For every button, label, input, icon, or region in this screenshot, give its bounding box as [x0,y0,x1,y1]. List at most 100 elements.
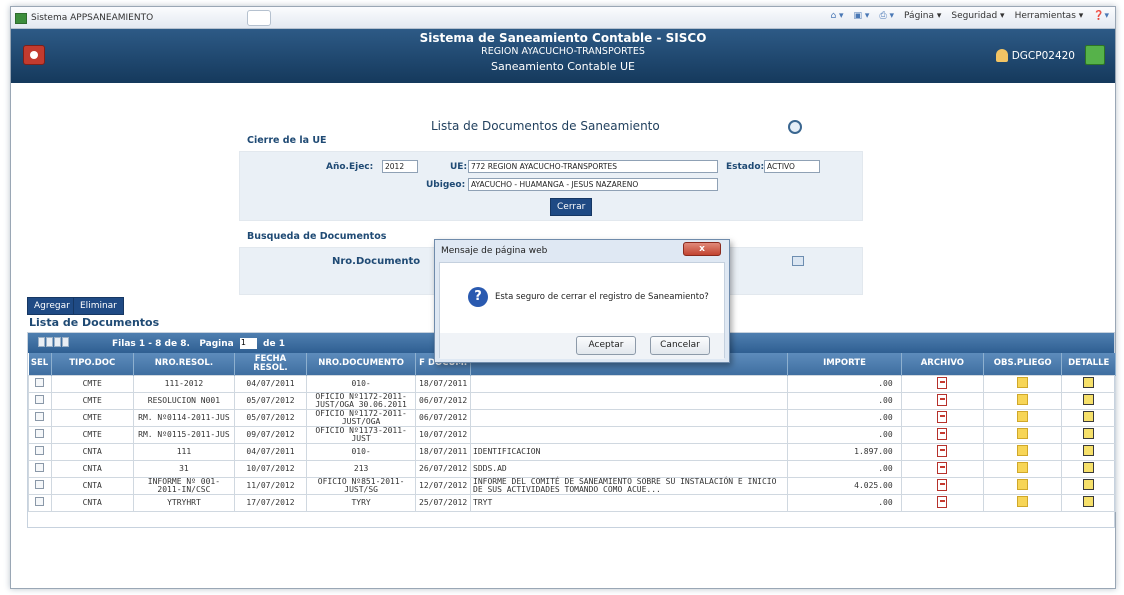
browser-tab[interactable]: Sistema APPSANEAMIENTO [15,10,153,26]
pdf-file-icon[interactable] [937,495,948,508]
edit-icon[interactable] [1083,377,1095,388]
tab-title: Sistema APPSANEAMIENTO [31,13,154,23]
cell-nro: OFICIO Nº1172-2011-JUST/OGA [306,408,417,427]
col-nro-doc[interactable]: NRO.DOCUMENTO [306,353,417,375]
table-row[interactable]: CMTE RM. Nº0114-2011-JUS 05/07/2012 OFICIO … [28,408,1116,427]
cell-icon [983,374,1063,393]
delete-button[interactable]: Eliminar [73,297,124,315]
pdf-file-icon[interactable] [937,393,948,406]
row-select-checkbox[interactable] [35,378,45,387]
edit-icon[interactable] [1083,411,1095,422]
row-select-checkbox[interactable] [35,497,45,506]
note-icon[interactable] [1017,428,1029,439]
cell-importe: .00 [787,391,902,410]
cell-desc: TRYT [469,493,789,512]
help-icon[interactable]: ❓▾ [1093,11,1109,21]
note-icon[interactable] [1017,462,1029,473]
cell-nro: OFICIO Nº1172-2011-JUST/OGA 30.06.2011 [306,391,417,410]
edit-icon[interactable] [1083,479,1095,490]
prev-page-icon[interactable] [46,337,53,347]
user-info: DGCP02420 [995,49,1075,62]
cell-nro: OFICIO Nº851-2011-JUST/SG [306,476,417,495]
note-icon[interactable] [1017,445,1029,456]
menu-seguridad[interactable]: Seguridad ▾ [951,11,1004,21]
anio-field[interactable]: 2012 [382,160,418,173]
dialog-body: ? Esta seguro de cerrar el registro de S… [439,262,725,359]
first-page-icon[interactable] [38,337,45,347]
table-row[interactable]: CMTE RM. Nº0115-2011-JUS 09/07/2012 OFICIO … [28,425,1116,444]
edit-icon[interactable] [1083,445,1095,456]
note-icon[interactable] [1017,496,1029,507]
table-row[interactable]: CNTA INFORME Nº 001-2011-IN/CSC 11/07/2012… [28,476,1116,495]
menu-pagina[interactable]: Página ▾ [904,11,941,21]
cell-icon [28,408,52,427]
menu-herramientas[interactable]: Herramientas ▾ [1015,11,1084,21]
busqueda-section-title: Busqueda de Documentos [247,231,387,242]
pdf-file-icon[interactable] [937,461,948,474]
edit-icon[interactable] [1083,428,1095,439]
pdf-file-icon[interactable] [937,410,948,423]
ue-field[interactable]: 772 REGION AYACUCHO-TRANSPORTES [468,160,718,173]
col-fecha[interactable]: FECHA RESOL. [234,353,308,375]
estado-field[interactable]: ACTIVO [764,160,820,173]
col-importe[interactable]: IMPORTE [787,353,902,375]
address-box[interactable] [247,10,271,26]
list-title: Lista de Documentos [29,316,160,329]
cell-tipo: CNTA [50,459,134,478]
cell-icon [983,408,1063,427]
nro-documento-label: Nro.Documento [332,256,421,267]
ubigeo-field[interactable]: AYACUCHO - HUAMANGA - JESUS NAZARENO [468,178,718,191]
table-body: CMTE 111-2012 04/07/2011 010- 18/07/2011.00 C… [28,374,1116,512]
cell-icon [900,374,985,393]
col-tipo[interactable]: TIPO.DOC [51,353,134,375]
note-icon[interactable] [1017,479,1029,490]
documents-table: SEL TIPO.DOC NRO.RESOL. FECHA RESOL. NRO… [28,353,1116,512]
note-icon[interactable] [1017,411,1029,422]
row-select-checkbox[interactable] [35,463,45,472]
cell-icon [1061,459,1116,478]
cell-desc [469,391,789,410]
table-row[interactable]: CMTE RESOLUCION N001 05/07/2012 OFICIO Nº11… [28,391,1116,410]
browser-toolbar: Sistema APPSANEAMIENTO ⌂ ▾ ▣ ▾ ⎙ ▾ Págin… [11,7,1115,29]
table-row[interactable]: CNTA 111 04/07/2011 010- 18/07/2011 IDENTIFIC… [28,442,1116,461]
row-select-checkbox[interactable] [35,395,45,404]
calendar-icon[interactable] [792,256,804,266]
exit-icon[interactable] [1085,45,1105,65]
back-icon[interactable] [788,120,802,134]
browser-window: Sistema APPSANEAMIENTO ⌂ ▾ ▣ ▾ ⎙ ▾ Págin… [10,6,1116,589]
dialog-close-button[interactable]: x [683,242,721,256]
last-page-icon[interactable] [62,337,69,347]
note-icon[interactable] [1017,377,1029,388]
close-record-button[interactable]: Cerrar [550,198,593,216]
home-icon[interactable]: ⌂ ▾ [830,11,843,21]
col-archivo: ARCHIVO [901,353,985,375]
edit-icon[interactable] [1083,394,1095,405]
dialog-message: Esta seguro de cerrar el registro de San… [495,292,709,302]
note-icon[interactable] [1017,394,1029,405]
row-select-checkbox[interactable] [35,429,45,438]
add-button[interactable]: Agregar [27,297,77,315]
feeds-icon[interactable]: ▣ ▾ [854,11,870,21]
cell-importe: .00 [787,493,902,512]
edit-icon[interactable] [1083,462,1095,473]
cell-icon [900,476,985,495]
pdf-file-icon[interactable] [937,478,948,491]
pdf-file-icon[interactable] [937,444,948,457]
cell-icon [1061,408,1116,427]
table-row[interactable]: CMTE 111-2012 04/07/2011 010- 18/07/2011 .00 [28,374,1116,393]
table-row[interactable]: CNTA 31 10/07/2012 213 26/07/2012 SDDS.AD .00 [28,459,1116,478]
edit-icon[interactable] [1083,496,1095,507]
cancel-button[interactable]: Cancelar [650,336,710,355]
next-page-icon[interactable] [54,337,61,347]
row-select-checkbox[interactable] [35,480,45,489]
col-resol[interactable]: NRO.RESOL. [133,353,235,375]
row-select-checkbox[interactable] [35,412,45,421]
accept-button[interactable]: Aceptar [576,336,636,355]
pdf-file-icon[interactable] [937,427,948,440]
cell-icon [1061,476,1116,495]
row-select-checkbox[interactable] [35,446,45,455]
table-row[interactable]: CNTA YTRYHRT 17/07/2012 TYRY 25/07/2012 TRYT.… [28,493,1116,512]
pdf-file-icon[interactable] [937,376,948,389]
print-icon[interactable]: ⎙ ▾ [879,11,894,21]
page-number-input[interactable]: 1 [239,338,257,349]
